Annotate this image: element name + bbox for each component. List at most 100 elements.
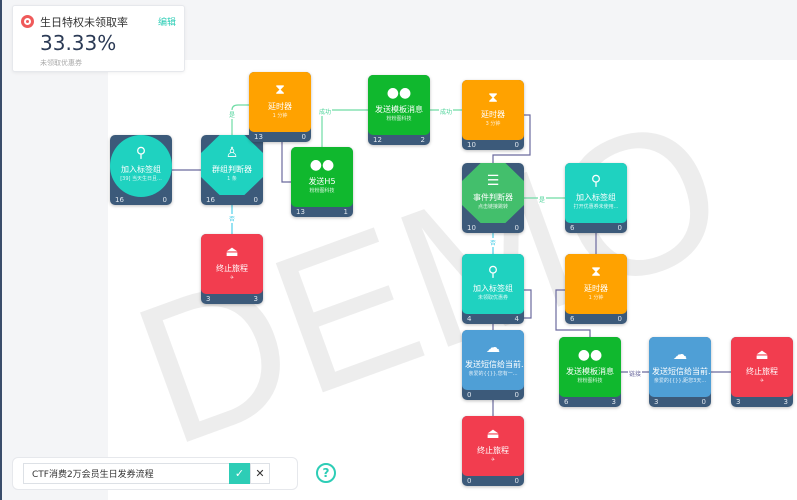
node-in-count: 6 bbox=[564, 398, 569, 406]
node-label: 发送短信给当前... bbox=[652, 367, 711, 376]
node-label: 发送短信给当前... bbox=[465, 360, 524, 369]
flow-node[interactable]: ♙ 群组判断器 1 条 16 0 bbox=[201, 135, 263, 205]
confirm-button[interactable]: ✓ bbox=[229, 463, 250, 484]
node-stats: 16 0 bbox=[110, 195, 172, 205]
node-stats: 00 bbox=[462, 390, 524, 400]
node-label: 加入标签组 bbox=[576, 193, 616, 202]
user-plus-icon: ⚲ bbox=[135, 145, 147, 161]
flow-node[interactable]: ⧗ 延时器 1 分钟 13 0 bbox=[249, 72, 311, 142]
flow-node[interactable]: ⚲ 加入标签组 [39] 当天生日且... 16 0 bbox=[110, 135, 172, 205]
flow-node[interactable]: ⏏ 终止旅程 ✈ 3 3 bbox=[731, 337, 793, 407]
node-body: ⏏ 终止旅程 ✈ bbox=[201, 234, 263, 294]
node-body: ⚲ 加入标签组 未领取优惠券 bbox=[462, 254, 524, 314]
node-in-count: 6 bbox=[570, 315, 575, 323]
node-subtitle: [39] 当天生日且... bbox=[120, 176, 162, 182]
node-label: 群组判断器 bbox=[212, 165, 252, 174]
stop-icon: ⏏ bbox=[755, 347, 769, 363]
node-out-count: 0 bbox=[514, 477, 519, 485]
node-out-count: 0 bbox=[514, 141, 519, 149]
flow-node[interactable]: ⏏ 终止旅程 ✈ 00 bbox=[462, 416, 524, 486]
node-in-count: 3 bbox=[206, 295, 211, 303]
node-out-count: 3 bbox=[253, 295, 258, 303]
edit-link[interactable]: 编辑 bbox=[158, 15, 176, 28]
node-subtitle: 1 分钟 bbox=[272, 113, 288, 119]
node-body: ⏏ 终止旅程 ✈ bbox=[731, 337, 793, 397]
flow-node[interactable]: ⏏ 终止旅程 ✈ 33 bbox=[201, 234, 263, 304]
node-label: 终止旅程 bbox=[746, 367, 778, 376]
hourglass-icon: ⧗ bbox=[488, 90, 498, 106]
node-in-count: 0 bbox=[467, 391, 472, 399]
node-in-count: 16 bbox=[115, 196, 124, 204]
journey-name-input[interactable] bbox=[23, 463, 230, 484]
hourglass-icon: ⧗ bbox=[591, 264, 601, 280]
cloud-icon: ☁ bbox=[673, 347, 687, 363]
node-stats: 44 bbox=[462, 314, 524, 324]
node-stats: 63 bbox=[559, 397, 621, 407]
node-out-count: 4 bbox=[514, 315, 519, 323]
flow-node[interactable]: ☰ 事件判断器 点击链接跳转 10 0 bbox=[462, 163, 524, 233]
flow-node[interactable]: ●● 发送模板消息 粉粉图科技 63 bbox=[559, 337, 621, 407]
target-icon bbox=[21, 15, 34, 28]
node-out-count: 3 bbox=[611, 398, 616, 406]
user-plus-icon: ⚲ bbox=[590, 173, 602, 189]
node-subtitle: ✈ bbox=[229, 275, 235, 281]
list-icon: ☰ bbox=[486, 173, 500, 189]
node-out-count: 1 bbox=[343, 208, 348, 216]
flow-node[interactable]: ⧗ 延时器 1 分钟 60 bbox=[565, 254, 627, 324]
node-label: 事件判断器 bbox=[473, 193, 513, 202]
node-in-count: 12 bbox=[373, 136, 382, 144]
node-body: ☁ 发送短信给当前... 亲爱的{{}},您有一... bbox=[462, 330, 524, 390]
cancel-button[interactable]: ✕ bbox=[250, 463, 270, 484]
flow-node[interactable]: ☁ 发送短信给当前... 亲爱的{{}},距您3天... 30 bbox=[649, 337, 711, 407]
flow-node[interactable]: ⧗ 延时器 3 分钟 10 0 bbox=[462, 80, 524, 150]
node-body: ☁ 发送短信给当前... 亲爱的{{}},距您3天... bbox=[649, 337, 711, 397]
node-out-count: 0 bbox=[162, 196, 167, 204]
node-subtitle: 粉粉图科技 bbox=[386, 116, 412, 122]
node-stats: 13 1 bbox=[291, 207, 353, 217]
flow-node[interactable]: ⚲ 加入标签组 未领取优惠券 44 bbox=[462, 254, 524, 324]
flow-node[interactable]: ●● 发送模板消息 粉粉图科技 12 2 bbox=[368, 75, 430, 145]
node-stats: 00 bbox=[462, 476, 524, 486]
node-subtitle: 亲爱的{{}},距您3天... bbox=[653, 378, 707, 384]
edge-label-yes: 是 bbox=[538, 195, 547, 204]
node-stats: 33 bbox=[201, 294, 263, 304]
flow-node[interactable]: ☁ 发送短信给当前... 亲爱的{{}},您有一... 00 bbox=[462, 330, 524, 400]
node-body: ⚲ 加入标签组 [39] 当天生日且... bbox=[110, 135, 172, 197]
node-body: ⧗ 延时器 1 分钟 bbox=[565, 254, 627, 314]
node-subtitle: 打开优惠券未使用... bbox=[573, 204, 619, 210]
node-in-count: 16 bbox=[206, 196, 215, 204]
stop-icon: ⏏ bbox=[225, 244, 239, 260]
node-body: ⧗ 延时器 1 分钟 bbox=[249, 72, 311, 132]
node-out-count: 0 bbox=[514, 224, 519, 232]
node-stats: 60 bbox=[565, 314, 627, 324]
node-stats: 10 0 bbox=[462, 140, 524, 150]
node-subtitle: 粉粉图科技 bbox=[309, 188, 335, 194]
node-out-count: 0 bbox=[301, 133, 306, 141]
node-subtitle: 点击链接跳转 bbox=[477, 204, 508, 210]
stop-icon: ⏏ bbox=[486, 426, 500, 442]
node-label: 加入标签组 bbox=[121, 165, 161, 174]
node-stats: 12 2 bbox=[368, 135, 430, 145]
node-subtitle: ✈ bbox=[490, 457, 496, 463]
node-subtitle: 1 条 bbox=[227, 176, 237, 182]
hourglass-icon: ⧗ bbox=[275, 82, 285, 98]
node-out-count: 3 bbox=[783, 398, 788, 406]
stat-card: 生日特权未领取率 编辑 33.33% 未领取优惠券 bbox=[12, 5, 185, 72]
node-in-count: 3 bbox=[736, 398, 741, 406]
node-label: 发送模板消息 bbox=[375, 105, 423, 114]
flow-node[interactable]: ●● 发送H5 粉粉图科技 13 1 bbox=[291, 147, 353, 217]
stat-subtitle: 未领取优惠券 bbox=[40, 59, 82, 67]
node-label: 发送模板消息 bbox=[566, 367, 614, 376]
flow-node[interactable]: ⚲ 加入标签组 打开优惠券未使用... 60 bbox=[565, 163, 627, 233]
help-icon[interactable]: ? bbox=[316, 463, 336, 483]
node-out-count: 2 bbox=[420, 136, 425, 144]
node-label: 延时器 bbox=[268, 102, 292, 111]
node-body: ●● 发送模板消息 粉粉图科技 bbox=[559, 337, 621, 397]
node-subtitle: 未领取优惠券 bbox=[477, 295, 508, 301]
node-subtitle: 3 分钟 bbox=[485, 121, 501, 127]
node-in-count: 6 bbox=[570, 224, 575, 232]
edge bbox=[281, 142, 291, 183]
wechat-icon: ●● bbox=[386, 85, 412, 101]
node-stats: 13 0 bbox=[249, 132, 311, 142]
node-out-count: 0 bbox=[514, 391, 519, 399]
